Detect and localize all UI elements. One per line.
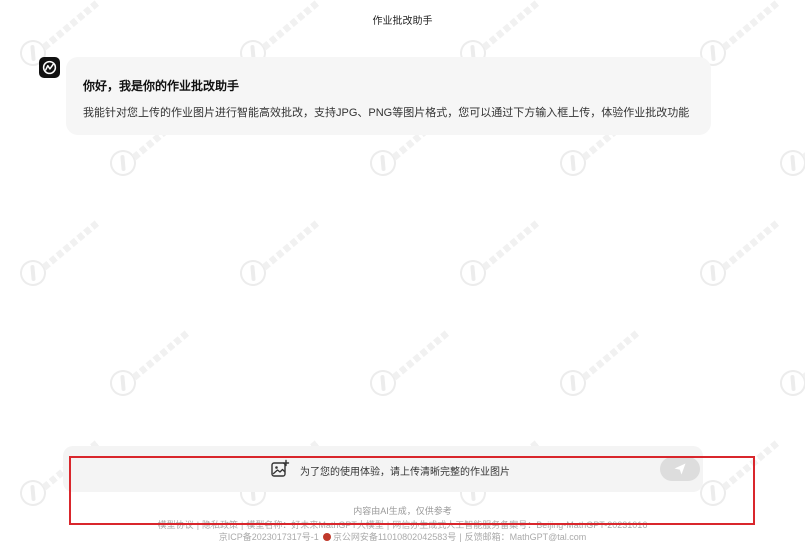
chart-logo-icon <box>39 57 60 78</box>
footer-separator: | <box>241 520 244 530</box>
police-badge-icon <box>322 533 331 541</box>
image-upload-icon[interactable] <box>270 459 290 479</box>
privacy-policy-link[interactable]: 隐私政策 <box>202 520 238 530</box>
watermark-logo-icon <box>555 145 591 181</box>
model-name-text: 模型名称：好未来MathGPT大模型 <box>246 520 384 530</box>
send-icon <box>674 463 686 475</box>
watermark-logo-icon <box>775 145 805 181</box>
homework-upload-input[interactable]: 为了您的使用体验，请上传清晰完整的作业图片 <box>63 446 703 492</box>
watermark-logo-icon <box>235 255 271 291</box>
greeting-body: 我能针对您上传的作业图片进行智能高效批改，支持JPG、PNG等图片格式，您可以通… <box>83 107 690 119</box>
greeting-title: 你好，我是你的作业批改助手 <box>83 79 240 93</box>
watermark-logo-icon <box>365 145 401 181</box>
watermark-mark <box>41 219 100 271</box>
watermark-mark <box>481 219 540 271</box>
watermark-logo-icon <box>105 365 141 401</box>
watermark-mark <box>581 329 640 381</box>
send-button[interactable] <box>660 457 700 481</box>
watermark-logo-icon <box>105 145 141 181</box>
input-placeholder: 为了您的使用体验，请上传清晰完整的作业图片 <box>300 467 510 478</box>
watermark-logo-icon <box>555 365 591 401</box>
watermark-logo-icon <box>455 255 491 291</box>
watermark-mark <box>391 329 450 381</box>
watermark-mark <box>721 219 780 271</box>
watermark-logo-icon <box>695 255 731 291</box>
watermark-mark <box>721 439 780 491</box>
watermark-logo-icon <box>365 365 401 401</box>
assistant-message-bubble: 你好，我是你的作业批改助手 我能针对您上传的作业图片进行智能高效批改，支持JPG… <box>66 57 711 135</box>
watermark-mark <box>261 219 320 271</box>
model-agreement-link[interactable]: 模型协议 <box>158 520 194 530</box>
watermark-logo-icon <box>775 365 805 401</box>
footer-separator: | <box>196 520 200 530</box>
watermark-mark <box>131 329 190 381</box>
ai-disclaimer: 内容由AI生成，仅供参考 <box>353 506 452 516</box>
footer-separator: | <box>386 520 390 530</box>
filing-number-text: 网信办生成式人工智能服务备案号：Beijing-MathGPT-20231016 <box>392 520 648 530</box>
page-title: 作业批改助手 <box>372 16 433 27</box>
footer-legal-line-2: 京ICP备2023017317号-1 京公网安备11010802042583号 | 反… <box>0 530 805 543</box>
watermark-logo-icon <box>15 255 51 291</box>
